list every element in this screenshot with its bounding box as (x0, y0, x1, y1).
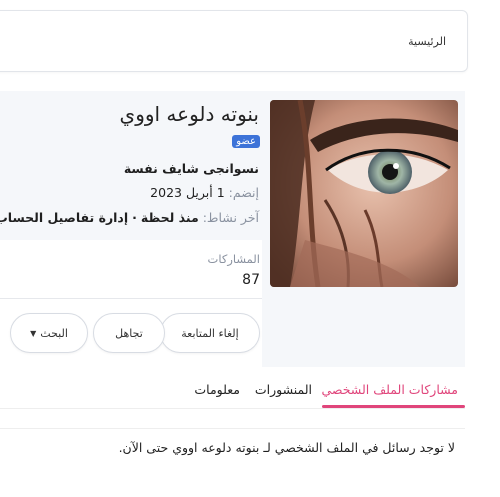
tab-posts[interactable]: المنشورات (255, 382, 312, 397)
breadcrumb (0, 10, 468, 72)
empty-state-message: لا توجد رسائل في الملف الشخصي لـ بنوته د… (118, 440, 455, 455)
tab-about[interactable]: معلومات (194, 382, 240, 397)
ignore-button-label: تجاهل (115, 326, 143, 340)
ignore-button[interactable]: تجاهل (93, 313, 165, 353)
last-activity-row: آخر نشاط: منذ لحظة · إدارة تفاصيل الحساب (0, 210, 259, 225)
search-dropdown-button[interactable]: البحث ▼ (10, 313, 88, 353)
breadcrumb-home-link[interactable]: الرئيسية (408, 35, 446, 48)
unfollow-button[interactable]: إلغاء المتابعة (160, 313, 260, 353)
custom-user-title: نسوانجى شايف نفسة (123, 161, 259, 176)
tabs-divider (0, 408, 465, 409)
tab-profile-posts[interactable]: مشاركات الملف الشخصي (321, 382, 458, 397)
last-activity-label: آخر نشاط: (202, 210, 259, 225)
joined-label: إنضم: (228, 185, 259, 200)
avatar-image (270, 100, 458, 287)
last-activity-value: منذ لحظة (140, 210, 199, 225)
unfollow-button-label: إلغاء المتابعة (181, 326, 239, 340)
member-badge: عضو (232, 135, 260, 148)
posts-count-label: المشاركات (207, 252, 260, 266)
joined-row: إنضم: 1 أبريل 2023 (150, 185, 259, 200)
separator-dot: · (132, 210, 137, 225)
joined-date: 1 أبريل 2023 (150, 185, 225, 200)
avatar[interactable] (270, 100, 458, 287)
posts-count-value[interactable]: 87 (242, 272, 260, 288)
stats-divider (0, 298, 262, 299)
manage-account-link[interactable]: إدارة تفاصيل الحساب (0, 210, 128, 225)
caret-down-icon: ▼ (30, 328, 37, 338)
search-button-label: البحث (40, 326, 68, 340)
profile-username: بنوته دلوعه اووي (119, 102, 259, 126)
